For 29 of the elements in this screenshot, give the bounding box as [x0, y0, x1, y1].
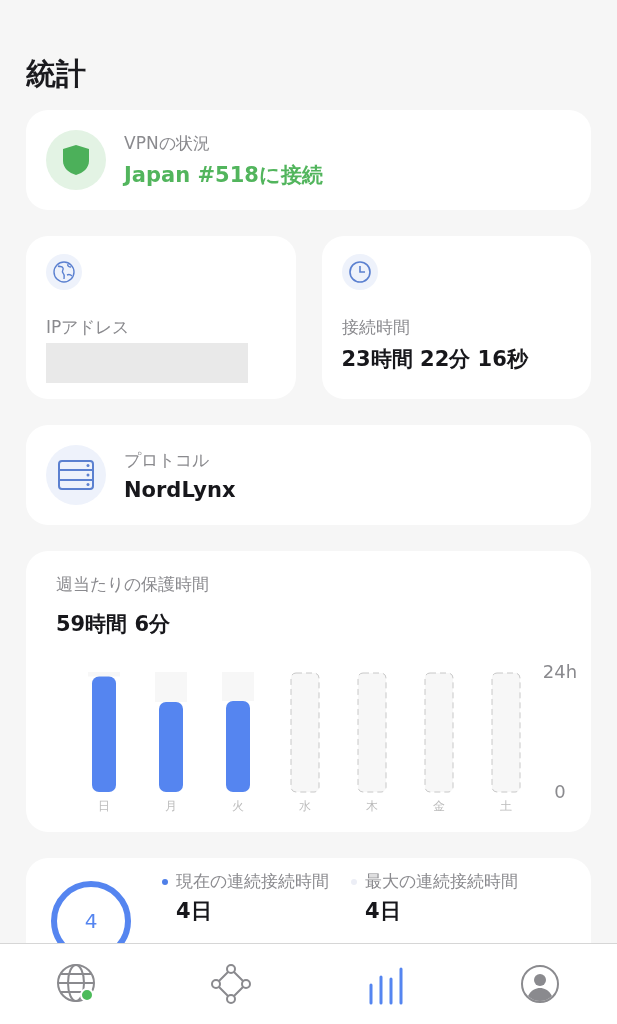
profile-icon: [518, 963, 561, 1005]
time-label: 接続時間: [341, 316, 410, 339]
streak-value: 4日: [365, 898, 402, 925]
day-label: 火: [232, 799, 244, 813]
protocol-value: NordLynx: [124, 477, 236, 502]
streak-label: 最大の連続接続時間: [365, 870, 518, 893]
globe-icon: [52, 260, 76, 284]
status-label: VPNの状況: [124, 131, 211, 155]
protocol-label: プロトコル: [124, 448, 210, 472]
time-value: 23時間 22分 16秒: [341, 346, 528, 373]
server-icon: [58, 460, 94, 490]
day-label: 金: [433, 799, 445, 813]
axis-label: 0: [554, 781, 566, 802]
streak-label: 現在の連続接続時間: [176, 870, 329, 893]
day-label: 水: [299, 799, 311, 813]
day-label: 土: [500, 799, 512, 813]
ip-label: IPアドレス: [46, 316, 130, 339]
streak-value: 4日: [176, 898, 213, 925]
day-label: 日: [98, 799, 110, 813]
meshnet-icon: [210, 963, 253, 1005]
weekly-value: 59時間 6分: [56, 611, 172, 638]
page-title: 統計: [26, 56, 87, 92]
status-value: Japan #518に接続: [124, 161, 323, 189]
weekly-label: 週当たりの保護時間: [56, 573, 210, 596]
day-label: 月: [165, 799, 177, 813]
axis-label: 24h: [542, 661, 578, 682]
day-label: 木: [366, 799, 378, 813]
streak-ring: 4: [50, 880, 132, 943]
clock-icon: [347, 260, 372, 284]
